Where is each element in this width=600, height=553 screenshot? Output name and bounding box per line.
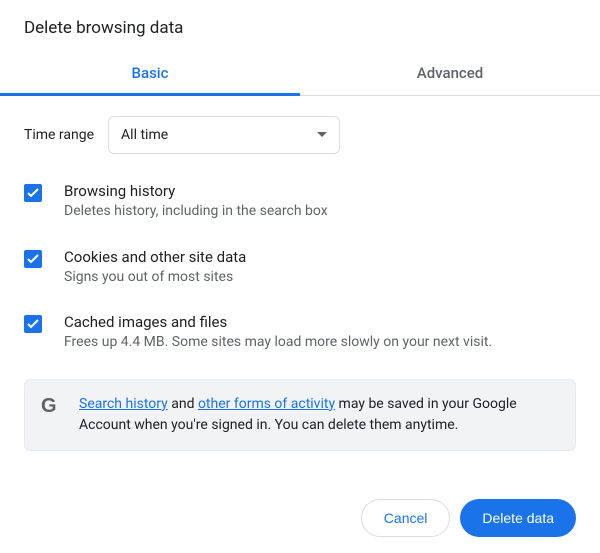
checkbox-browsing-history[interactable] bbox=[24, 184, 42, 202]
search-history-link[interactable]: Search history bbox=[79, 396, 168, 412]
tab-advanced[interactable]: Advanced bbox=[300, 52, 600, 95]
option-browsing-history: Browsing history Deletes history, includ… bbox=[24, 182, 576, 222]
option-cookies: Cookies and other site data Signs you ou… bbox=[24, 248, 576, 288]
option-cache: Cached images and files Frees up 4.4 MB.… bbox=[24, 313, 576, 353]
option-desc: Frees up 4.4 MB. Some sites may load mor… bbox=[64, 333, 492, 353]
chevron-down-icon bbox=[317, 132, 327, 138]
time-range-value: All time bbox=[121, 127, 317, 143]
other-activity-link[interactable]: other forms of activity bbox=[198, 396, 335, 412]
dialog-footer: Cancel Delete data bbox=[361, 499, 576, 537]
checkbox-cache[interactable] bbox=[24, 315, 42, 333]
time-range-select[interactable]: All time bbox=[108, 116, 340, 154]
checkbox-cookies[interactable] bbox=[24, 250, 42, 268]
google-logo-icon: G bbox=[41, 396, 61, 416]
cancel-button[interactable]: Cancel bbox=[361, 499, 451, 537]
time-range-label: Time range bbox=[24, 127, 94, 143]
dialog-title: Delete browsing data bbox=[0, 0, 600, 52]
option-desc: Signs you out of most sites bbox=[64, 268, 246, 288]
google-account-notice: G Search history and other forms of acti… bbox=[24, 379, 576, 451]
tab-basic[interactable]: Basic bbox=[0, 52, 300, 95]
delete-data-button[interactable]: Delete data bbox=[460, 499, 576, 537]
option-desc: Deletes history, including in the search… bbox=[64, 202, 328, 222]
option-title: Cached images and files bbox=[64, 313, 492, 331]
notice-text: Search history and other forms of activi… bbox=[79, 394, 559, 436]
option-title: Cookies and other site data bbox=[64, 248, 246, 266]
tabs: Basic Advanced bbox=[0, 52, 600, 96]
option-title: Browsing history bbox=[64, 182, 328, 200]
